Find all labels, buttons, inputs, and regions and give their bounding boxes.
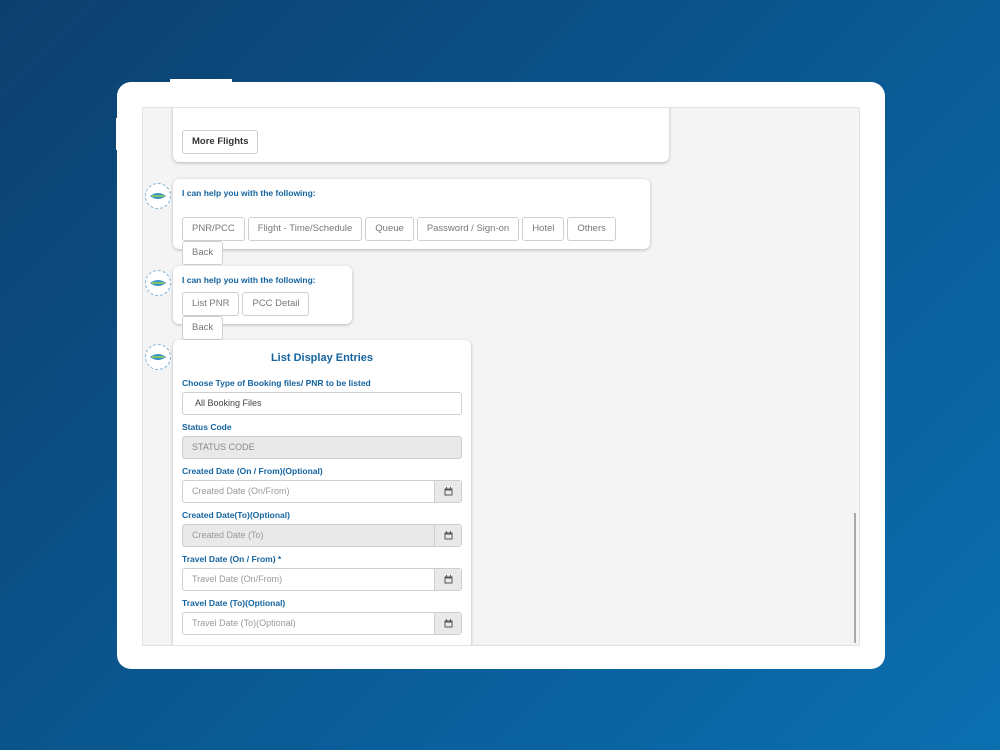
booking-type-label: Choose Type of Booking files/ PNR to be … bbox=[182, 378, 371, 388]
created-from-placeholder: Created Date (On/From) bbox=[192, 486, 290, 496]
option-queue-button[interactable]: Queue bbox=[365, 217, 414, 241]
menu-options: PNR/PCC Flight - Time/Schedule Queue Passwo… bbox=[182, 217, 650, 265]
option-pcc-detail-button[interactable]: PCC Detail bbox=[242, 292, 310, 316]
created-to-placeholder: Created Date (To) bbox=[192, 530, 264, 540]
bot-avatar-icon bbox=[145, 344, 171, 370]
menu-prompt: I can help you with the following: bbox=[182, 188, 316, 198]
travel-to-placeholder: Travel Date (To)(Optional) bbox=[192, 618, 296, 628]
app-window: More Flights I can help you with the fol… bbox=[117, 82, 885, 669]
booking-type-select[interactable]: All Booking Files bbox=[182, 392, 462, 415]
menu-bubble-main: I can help you with the following: PNR/P… bbox=[173, 179, 650, 265]
option-hotel-button[interactable]: Hotel bbox=[522, 217, 565, 241]
option-list-pnr-button[interactable]: List PNR bbox=[182, 292, 240, 316]
created-to-input[interactable]: Created Date (To) bbox=[182, 524, 462, 547]
option-back-button[interactable]: Back bbox=[182, 241, 224, 265]
option-password-button[interactable]: Password / Sign-on bbox=[416, 217, 520, 241]
travel-to-input[interactable]: Travel Date (To)(Optional) bbox=[182, 612, 462, 635]
created-to-label: Created Date(To)(Optional) bbox=[182, 510, 290, 520]
travel-to-label: Travel Date (To)(Optional) bbox=[182, 598, 286, 608]
chat-scrollbar[interactable] bbox=[854, 513, 856, 643]
calendar-icon[interactable] bbox=[434, 569, 461, 590]
menu-prompt: I can help you with the following: bbox=[182, 275, 316, 285]
form-title: List Display Entries bbox=[270, 352, 374, 364]
chat-panel: More Flights I can help you with the fol… bbox=[142, 107, 860, 646]
status-code-label: Status Code bbox=[182, 422, 232, 432]
option-flight-schedule-button[interactable]: Flight - Time/Schedule bbox=[247, 217, 363, 241]
more-flights-button[interactable]: More Flights bbox=[182, 130, 259, 154]
status-code-placeholder: STATUS CODE bbox=[192, 442, 255, 452]
option-others-button[interactable]: Others bbox=[567, 217, 616, 241]
booking-type-value: All Booking Files bbox=[195, 398, 262, 408]
bot-avatar-icon bbox=[145, 183, 171, 209]
menu-bubble-pnr: I can help you with the following: List … bbox=[173, 266, 352, 340]
created-from-input[interactable]: Created Date (On/From) bbox=[182, 480, 462, 503]
option-pnr-pcc-button[interactable]: PNR/PCC bbox=[182, 217, 245, 241]
calendar-icon[interactable] bbox=[434, 613, 461, 634]
option-back-button[interactable]: Back bbox=[182, 316, 224, 340]
bot-avatar-icon bbox=[145, 270, 171, 296]
menu-options: List PNR PCC Detail Back bbox=[182, 292, 352, 340]
calendar-icon[interactable] bbox=[434, 481, 461, 502]
travel-from-input[interactable]: Travel Date (On/From) bbox=[182, 568, 462, 591]
calendar-icon[interactable] bbox=[434, 525, 461, 546]
travel-from-label: Travel Date (On / From) * bbox=[182, 554, 282, 564]
travel-from-placeholder: Travel Date (On/From) bbox=[192, 574, 283, 584]
flights-bubble: More Flights bbox=[173, 108, 669, 162]
status-code-input[interactable]: STATUS CODE bbox=[182, 436, 462, 459]
list-display-form: List Display Entries Choose Type of Book… bbox=[173, 340, 471, 645]
created-from-label: Created Date (On / From)(Optional) bbox=[182, 466, 323, 476]
